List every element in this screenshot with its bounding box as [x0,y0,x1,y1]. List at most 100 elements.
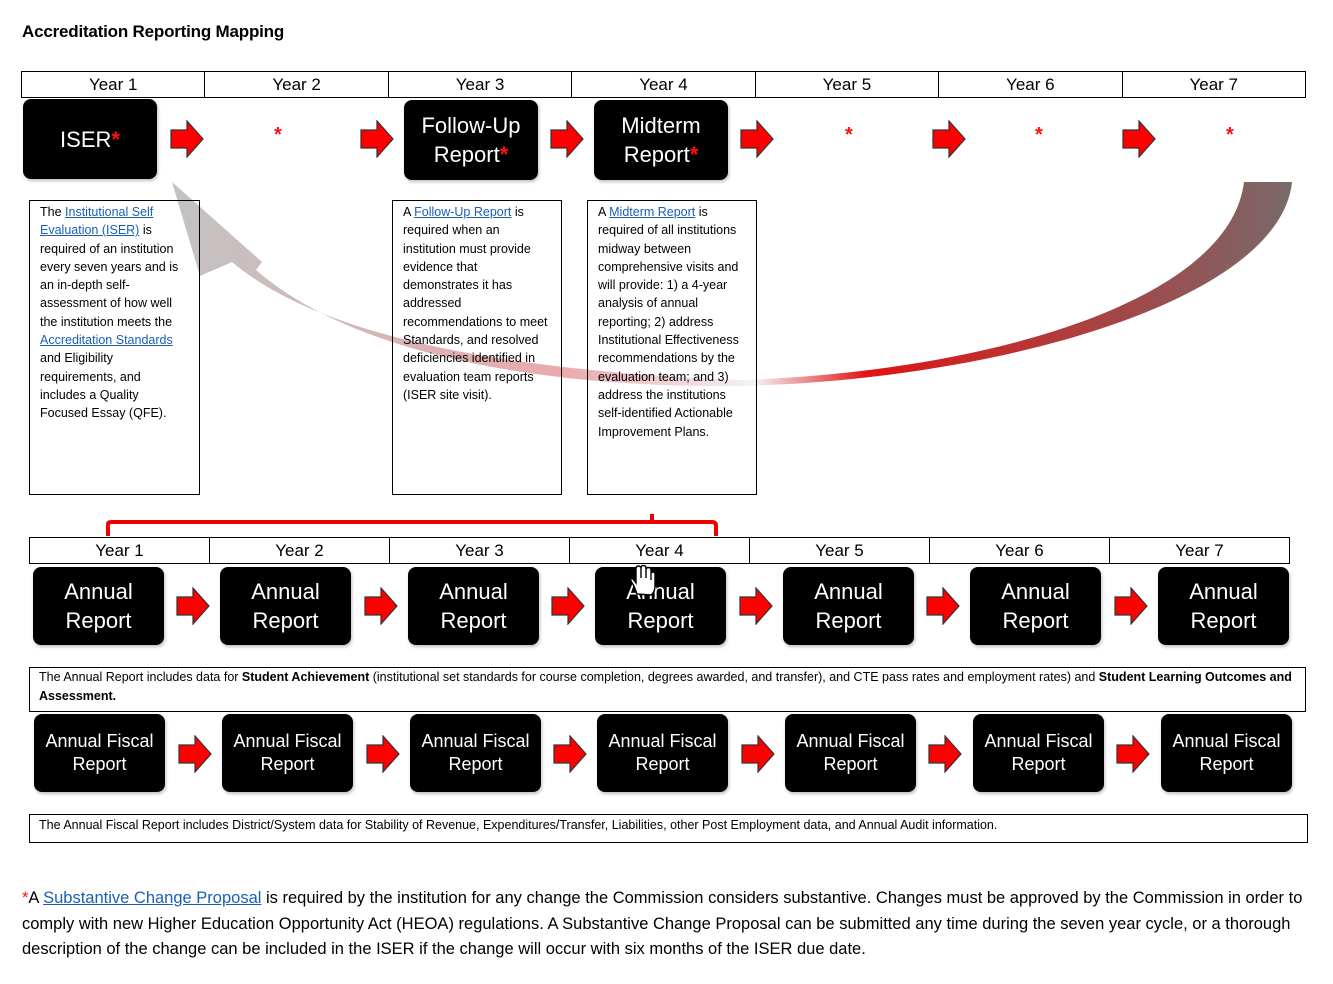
annual-year-7-header: Year 7 [1175,541,1224,560]
annual-fiscal-report-label-line2: Report [635,754,690,774]
iser-box[interactable]: ISER* [23,99,157,179]
follow-up-description: A Follow-Up Report is required when an i… [392,200,562,495]
arrow-right-icon [550,120,584,158]
annual-year-5-header: Year 5 [750,538,930,563]
arrow-right-icon [932,120,966,158]
annual-year-2-header: Year 2 [210,538,390,563]
year-7-star: * [1226,124,1234,146]
annual-fiscal-report-label-line1: Annual Fiscal [1172,731,1281,751]
annual-report-note: The Annual Report includes data for Stud… [29,667,1306,712]
arrow-right-icon [551,587,585,625]
substantive-change-proposal-link[interactable]: Substantive Change Proposal [43,889,261,907]
arrow-right-icon [170,120,204,158]
annual-report-box-year-3[interactable]: Annual Report [408,567,539,645]
annual-report-label-line2: Report [627,608,694,633]
arrow-right-icon [178,735,212,773]
fiscal-report-note: The Annual Fiscal Report includes Distri… [29,814,1308,843]
annual-report-label-line2: Report [1002,608,1069,633]
annual-note-text-2: (institutional set standards for course … [369,670,1099,684]
arrow-right-icon [1122,120,1156,158]
arrow-right-icon [176,587,210,625]
annual-fiscal-report-box-year-2[interactable]: Annual Fiscal Report [222,714,353,792]
annual-year-4-header: Year 4 [570,538,750,563]
substantive-change-star: * [111,126,120,152]
accreditation-standards-link[interactable]: Accreditation Standards [40,333,173,347]
annual-report-label-line1: Annual [1189,579,1258,604]
midterm-description: A Midterm Report is required of all inst… [587,200,757,495]
annual-year-header: Year 1 Year 2 Year 3 Year 4 Year 5 Year … [29,537,1290,564]
annual-report-label-line2: Report [1190,608,1257,633]
arrow-right-icon [1114,587,1148,625]
annual-fiscal-report-label-line1: Annual Fiscal [233,731,342,751]
annual-report-box-year-5[interactable]: Annual Report [783,567,914,645]
annual-report-label-line1: Annual [439,579,508,604]
top-year-header: Year 1 Year 2 Year 3 Year 4 Year 5 Year … [21,71,1306,98]
midterm-label: Midterm [621,113,701,138]
annual-report-label-line2: Report [252,608,319,633]
year-2-star: * [274,124,282,146]
midterm-label-line2: Report [623,142,690,167]
iser-desc-text: is required of an institution every seve… [40,223,179,329]
midterm-report-link[interactable]: Midterm Report [609,205,695,219]
annual-fiscal-report-label-line1: Annual Fiscal [608,731,717,751]
annual-report-label-line1: Annual [64,579,133,604]
year-1-header: Year 1 [22,72,206,97]
substantive-change-star: * [689,142,699,167]
annual-report-label-line2: Report [815,608,882,633]
annual-report-box-year-2[interactable]: Annual Report [220,567,351,645]
substantive-change-footnote: *A Substantive Change Proposal is requir… [22,886,1312,963]
annual-report-label-line2: Report [65,608,132,633]
midterm-desc-prefix: A [598,205,610,219]
year-5-star: * [845,124,853,146]
annual-fiscal-report-label-line2: Report [72,754,127,774]
year-7-header: Year 7 [1189,75,1238,94]
annual-fiscal-report-label-line2: Report [260,754,315,774]
iser-desc-prefix: The [40,205,66,219]
year-4-header: Year 4 [572,72,756,97]
arrow-right-icon [741,735,775,773]
year-3-header: Year 3 [389,72,573,97]
annual-fiscal-report-label-line2: Report [823,754,878,774]
annual-fiscal-report-box-year-4[interactable]: Annual Fiscal Report [597,714,728,792]
annual-fiscal-report-box-year-6[interactable]: Annual Fiscal Report [973,714,1104,792]
arrow-right-icon [739,587,773,625]
year-6-header: Year 6 [939,72,1123,97]
annual-report-box-year-7[interactable]: Annual Report [1158,567,1289,645]
arrow-right-icon [360,120,394,158]
annual-report-label-line2: Report [440,608,507,633]
arrow-right-icon [928,735,962,773]
annual-year-6-header: Year 6 [930,538,1110,563]
annual-fiscal-report-box-year-7[interactable]: Annual Fiscal Report [1161,714,1292,792]
annual-note-text-1: The Annual Report includes data for [39,670,242,684]
follow-up-report-box[interactable]: Follow-Up Report* [404,100,538,180]
four-year-bracket [106,514,718,536]
hand-cursor-icon [630,564,656,596]
annual-note-bold-1: Student Achievement [241,670,370,684]
annual-fiscal-report-label-line2: Report [1011,754,1066,774]
annual-fiscal-report-box-year-3[interactable]: Annual Fiscal Report [410,714,541,792]
annual-report-box-year-4[interactable]: Annual Report [595,567,726,645]
iser-desc-suffix: and Eligibility requirements, and includ… [40,351,167,421]
follow-up-report-link[interactable]: Follow-Up Report [414,205,511,219]
follow-up-label-line2: Report [433,142,500,167]
annual-fiscal-report-label-line1: Annual Fiscal [421,731,530,751]
annual-fiscal-report-label-line2: Report [448,754,503,774]
followup-desc-text: is required when an institution must pro… [403,205,548,402]
arrow-right-icon [553,735,587,773]
iser-description: The Institutional Self Evaluation (ISER)… [29,200,200,495]
annual-fiscal-report-box-year-5[interactable]: Annual Fiscal Report [785,714,916,792]
annual-report-box-year-6[interactable]: Annual Report [970,567,1101,645]
annual-report-label-line1: Annual [1001,579,1070,604]
annual-fiscal-report-label-line2: Report [1199,754,1254,774]
midterm-desc-text: is required of all institutions midway b… [598,205,739,439]
annual-report-label-line1: Annual [814,579,883,604]
midterm-report-box[interactable]: Midterm Report* [594,100,728,180]
annual-report-label-line1: Annual [251,579,320,604]
annual-fiscal-report-label-line1: Annual Fiscal [796,731,905,751]
annual-fiscal-report-box-year-1[interactable]: Annual Fiscal Report [34,714,165,792]
year-6-star: * [1035,124,1043,146]
arrow-right-icon [366,735,400,773]
annual-report-box-year-1[interactable]: Annual Report [33,567,164,645]
year-5-header: Year 5 [756,72,940,97]
follow-up-label: Follow-Up [421,113,521,138]
